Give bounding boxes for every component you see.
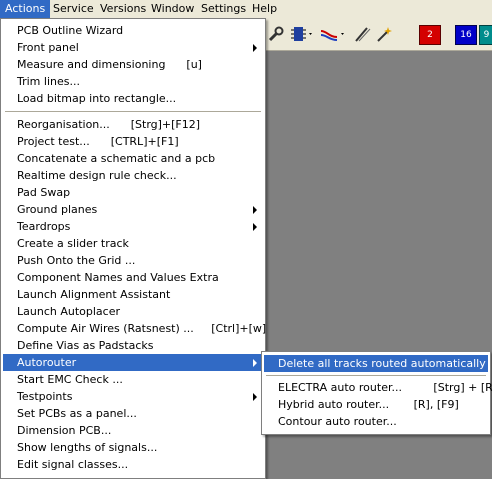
menu-help[interactable]: Help — [247, 0, 282, 18]
layer-badge-16[interactable]: 16 — [455, 25, 477, 45]
menu-item-testpoints[interactable]: Testpoints — [3, 388, 263, 405]
menu-separator — [5, 111, 261, 113]
menu-item-label: Project test... [CTRL]+[F1] — [17, 135, 179, 148]
menu-item-label: Edit signal classes... — [17, 458, 129, 471]
menu-item-load-bitmap[interactable]: Load bitmap into rectangle... — [3, 90, 263, 107]
pen-icon[interactable] — [353, 25, 373, 43]
menu-item-label: Compute Air Wires (Ratsnest) ... [Ctrl]+… — [17, 322, 267, 335]
menu-item-pad-swap[interactable]: Pad Swap — [3, 184, 263, 201]
menu-item-label: Front panel — [17, 41, 79, 54]
menu-item-label: Show lengths of signals... — [17, 441, 158, 454]
menu-item-label: Create a slider track — [17, 237, 129, 250]
menu-item-trim-lines[interactable]: Trim lines... — [3, 73, 263, 90]
component-icon[interactable] — [289, 25, 315, 43]
menu-item-air-wires[interactable]: Compute Air Wires (Ratsnest) ... [Ctrl]+… — [3, 320, 267, 337]
menu-item-label: Trim lines... — [17, 75, 80, 88]
submenu-item-delete-routed[interactable]: Delete all tracks routed automatically — [264, 355, 488, 372]
menu-item-teardrops[interactable]: Teardrops — [3, 218, 263, 235]
menu-settings[interactable]: Settings — [196, 0, 251, 18]
menu-separator — [266, 375, 486, 377]
submenu-arrow-icon — [253, 44, 257, 52]
route-icon[interactable] — [319, 25, 347, 43]
menu-item-emc-check[interactable]: Start EMC Check ... — [3, 371, 263, 388]
menu-item-concatenate[interactable]: Concatenate a schematic and a pcb — [3, 150, 263, 167]
menu-item-autoplacer[interactable]: Launch Autoplacer — [3, 303, 263, 320]
menu-item-label: Teardrops — [17, 220, 71, 233]
menu-item-label: Start EMC Check ... — [17, 373, 123, 386]
submenu-arrow-icon — [253, 223, 257, 231]
menu-bar: Actions Service Versions Window Settings… — [0, 0, 492, 19]
submenu-arrow-icon — [253, 393, 257, 401]
menu-item-label: Dimension PCB... — [17, 424, 112, 437]
menu-item-label: PCB Outline Wizard — [17, 24, 124, 37]
layer-badge-2[interactable]: 2 — [419, 25, 441, 45]
menu-item-label: Launch Alignment Assistant — [17, 288, 171, 301]
menu-item-drc[interactable]: Realtime design rule check... — [3, 167, 263, 184]
wand-icon[interactable] — [375, 25, 395, 43]
menu-item-dimension-pcb[interactable]: Dimension PCB... — [3, 422, 263, 439]
menu-item-label: Reorganisation... [Strg]+[F12] — [17, 118, 201, 131]
submenu-item-electra[interactable]: ELECTRA auto router... [Strg] + [R] — [264, 379, 492, 396]
menu-item-autorouter[interactable]: Autorouter — [3, 354, 263, 371]
menu-item-reorganisation[interactable]: Reorganisation... [Strg]+[F12] — [3, 116, 263, 133]
autorouter-submenu: Delete all tracks routed automatically E… — [261, 351, 492, 435]
layer-badge-9[interactable]: 9 — [479, 25, 492, 45]
menu-actions[interactable]: Actions — [0, 0, 51, 18]
menu-item-vias-padstacks[interactable]: Define Vias as Padstacks — [3, 337, 263, 354]
menu-item-label: Load bitmap into rectangle... — [17, 92, 177, 105]
menu-item-label: Testpoints — [17, 390, 73, 403]
menu-item-label: Pad Swap — [17, 186, 71, 199]
menu-item-component-names[interactable]: Component Names and Values Extra — [3, 269, 263, 286]
menu-item-label: Delete all tracks routed automatically — [278, 357, 486, 370]
menu-item-label: Concatenate a schematic and a pcb — [17, 152, 216, 165]
menu-item-label: Hybrid auto router... [R], [F9] — [278, 398, 459, 411]
menu-item-label: Component Names and Values Extra — [17, 271, 219, 284]
menu-item-label: Ground planes — [17, 203, 98, 216]
submenu-arrow-icon — [253, 359, 257, 367]
wrench-icon[interactable] — [267, 25, 285, 43]
menu-item-pcb-outline-wizard[interactable]: PCB Outline Wizard — [3, 22, 263, 39]
menu-item-push-grid[interactable]: Push Onto the Grid ... — [3, 252, 263, 269]
menu-item-slider-track[interactable]: Create a slider track — [3, 235, 263, 252]
menu-item-signal-lengths[interactable]: Show lengths of signals... — [3, 439, 263, 456]
menu-item-pcb-panel[interactable]: Set PCBs as a panel... — [3, 405, 263, 422]
menu-item-label: Contour auto router... — [278, 415, 397, 428]
menu-item-ground-planes[interactable]: Ground planes — [3, 201, 263, 218]
menu-item-label: Launch Autoplacer — [17, 305, 120, 318]
toolbar: 2 16 9 — [265, 18, 492, 51]
menu-item-label: Define Vias as Padstacks — [17, 339, 154, 352]
menu-item-label: Push Onto the Grid ... — [17, 254, 136, 267]
menu-item-label: ELECTRA auto router... [Strg] + [R] — [278, 381, 492, 394]
menu-item-label: Measure and dimensioning [u] — [17, 58, 202, 71]
menu-item-alignment-assistant[interactable]: Launch Alignment Assistant — [3, 286, 263, 303]
menu-versions[interactable]: Versions — [95, 0, 151, 18]
menu-item-front-panel[interactable]: Front panel — [3, 39, 263, 56]
submenu-item-contour[interactable]: Contour auto router... — [264, 413, 488, 430]
menu-service[interactable]: Service — [48, 0, 99, 18]
menu-item-measure[interactable]: Measure and dimensioning [u] — [3, 56, 263, 73]
menu-item-signal-classes[interactable]: Edit signal classes... — [3, 456, 263, 473]
submenu-item-hybrid[interactable]: Hybrid auto router... [R], [F9] — [264, 396, 488, 413]
menu-item-label: Realtime design rule check... — [17, 169, 177, 182]
menu-window[interactable]: Window — [146, 0, 199, 18]
menu-item-label: Set PCBs as a panel... — [17, 407, 137, 420]
menu-item-project-test[interactable]: Project test... [CTRL]+[F1] — [3, 133, 263, 150]
actions-menu: PCB Outline Wizard Front panel Measure a… — [0, 18, 266, 479]
submenu-arrow-icon — [253, 206, 257, 214]
menu-item-label: Autorouter — [17, 356, 77, 369]
